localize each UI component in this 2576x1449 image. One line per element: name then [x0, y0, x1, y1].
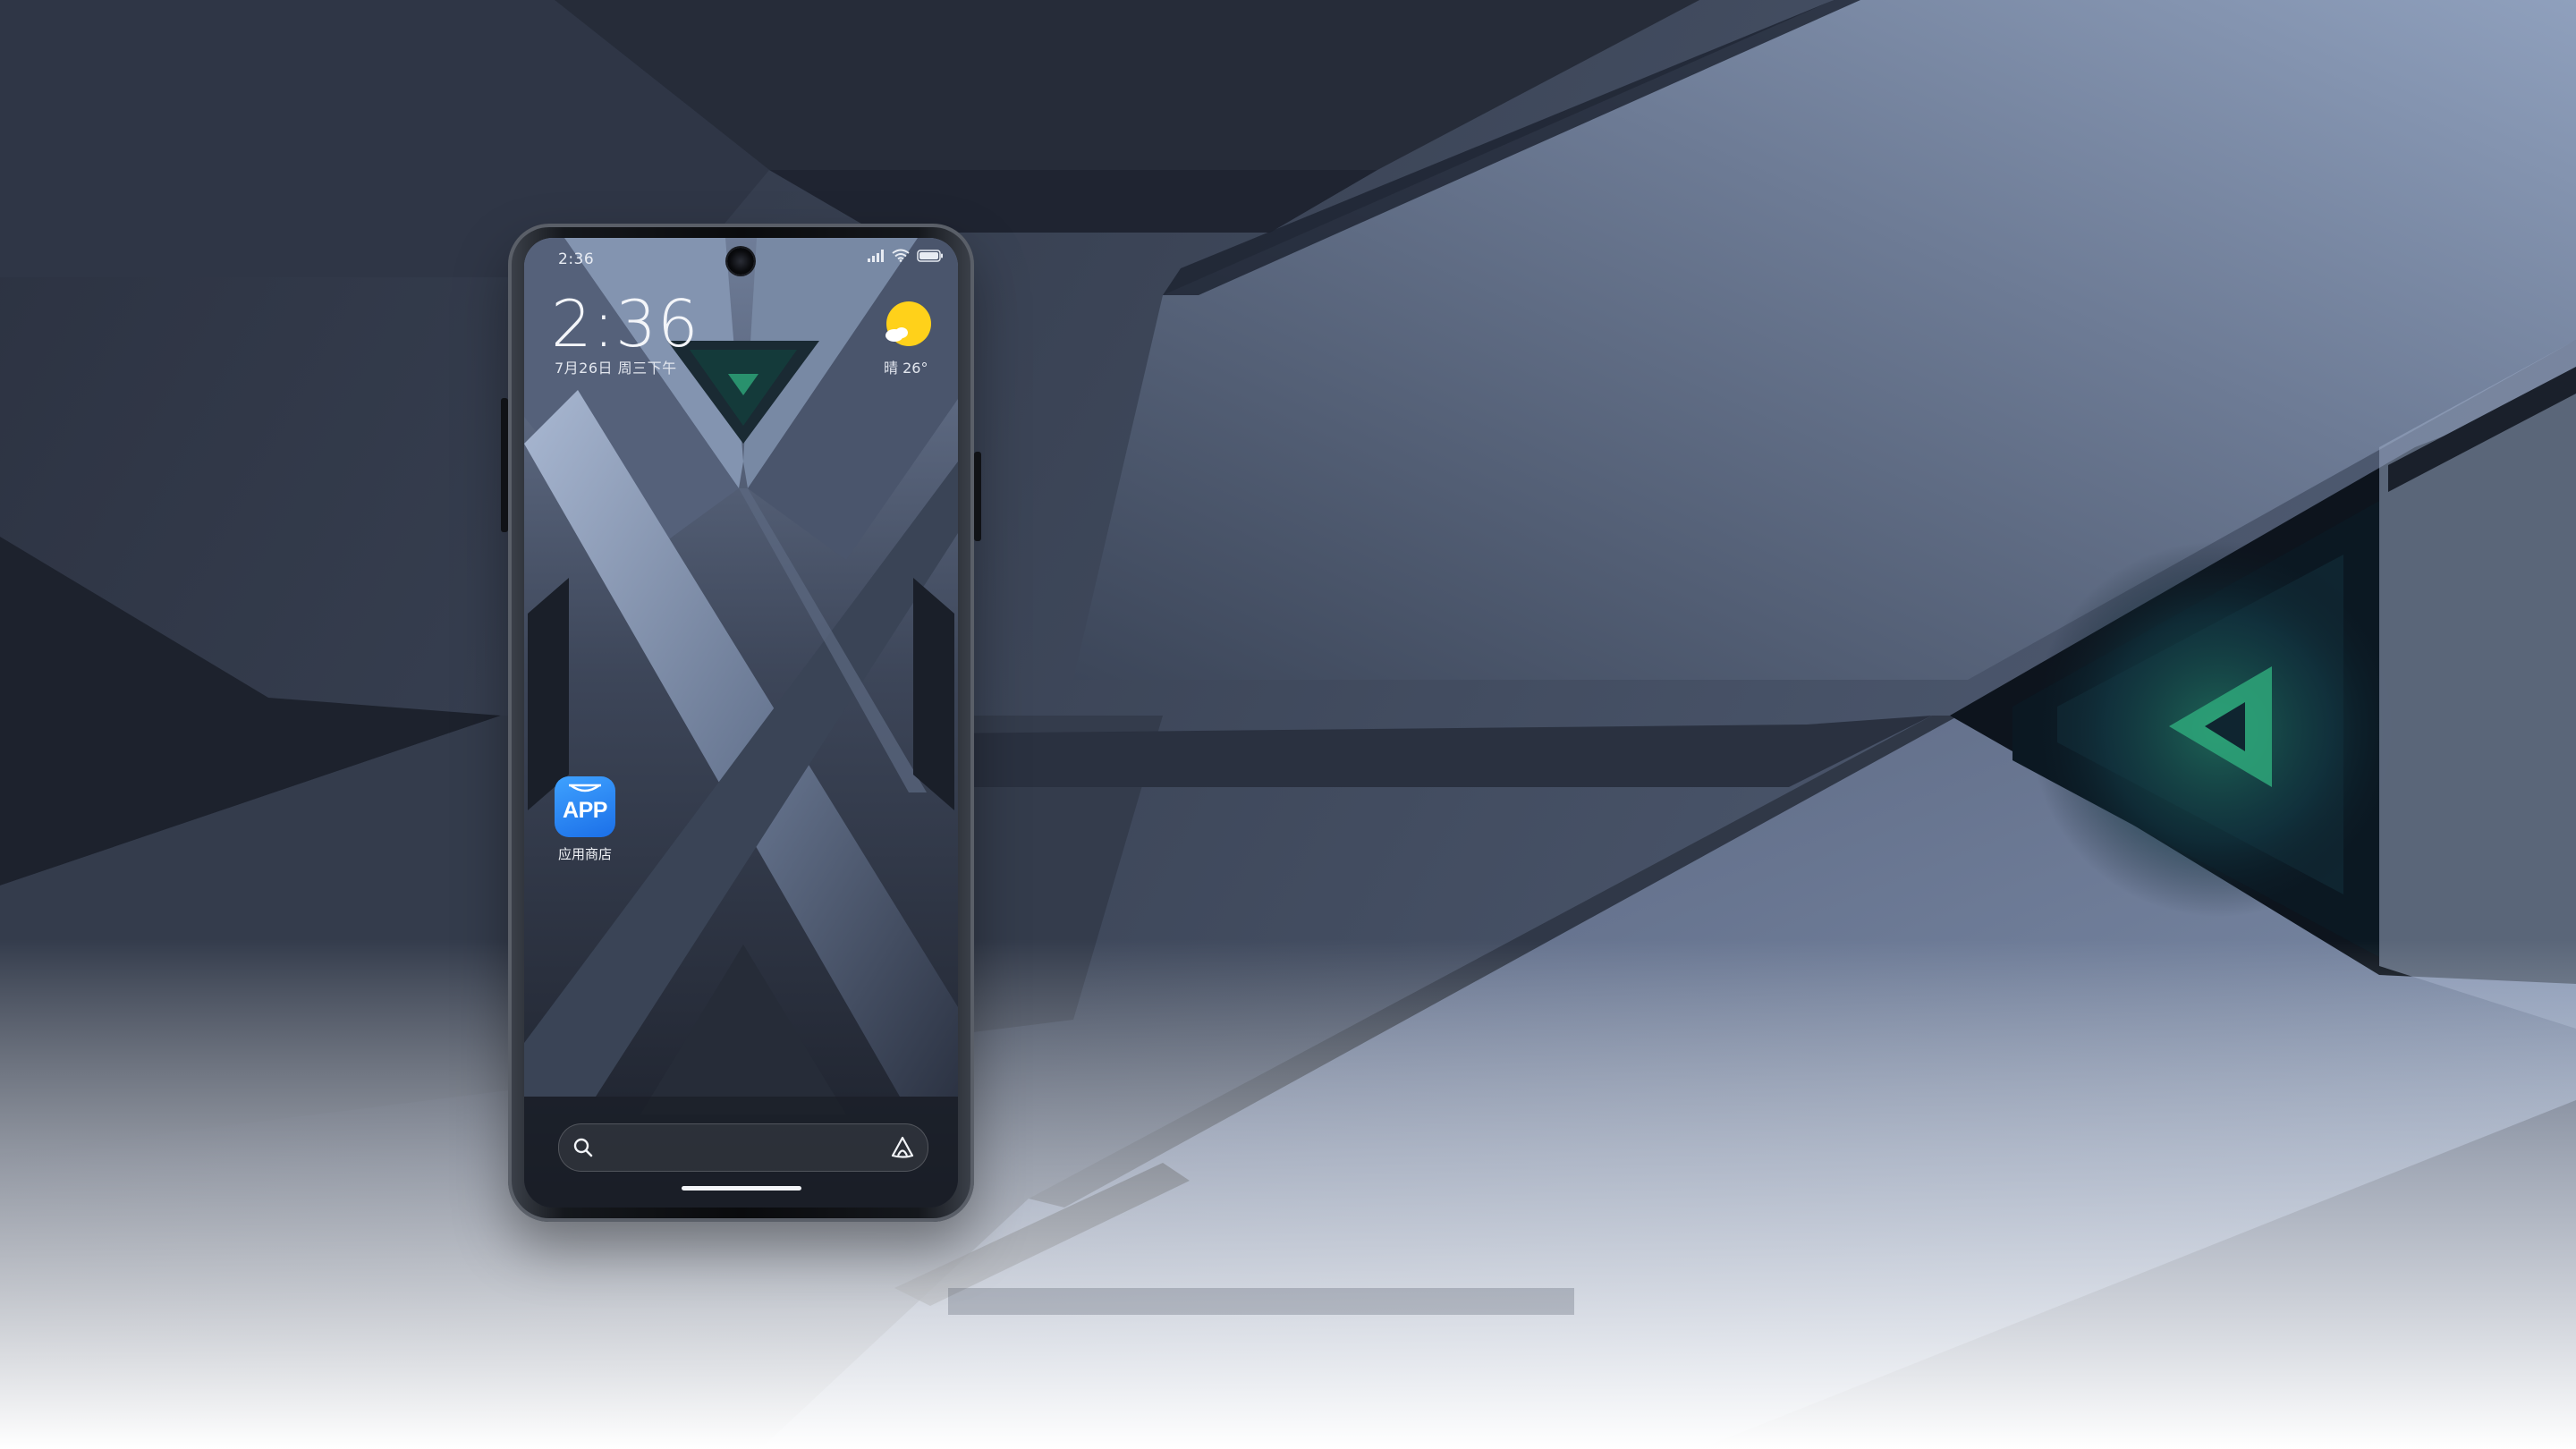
battery-icon	[917, 249, 943, 262]
status-time: 2:36	[558, 250, 595, 268]
assistant-icon[interactable]	[890, 1135, 915, 1160]
status-bar: 2:36	[524, 238, 958, 275]
sunny-icon[interactable]	[884, 301, 932, 349]
home-indicator[interactable]	[682, 1186, 801, 1191]
front-camera	[727, 248, 754, 275]
search-icon[interactable]	[572, 1136, 595, 1159]
promo-scene: 2:36 2:36 7月26日 周三下午 晴 26° APP 应用商店	[0, 0, 2576, 1449]
volume-button[interactable]	[974, 452, 981, 541]
app-store-icon[interactable]: APP	[555, 776, 615, 837]
wifi-icon	[892, 249, 910, 262]
bag-handle-icon	[569, 784, 601, 792]
phone-device: 2:36 2:36 7月26日 周三下午 晴 26° APP 应用商店	[501, 224, 981, 1222]
search-bar[interactable]	[558, 1123, 928, 1172]
phone-screen: 2:36 2:36 7月26日 周三下午 晴 26° APP 应用商店	[524, 238, 958, 1208]
power-button[interactable]	[501, 398, 508, 532]
clock-time[interactable]: 2:36	[551, 292, 699, 356]
app-label[interactable]: 应用商店	[540, 844, 630, 863]
app-icon-text: APP	[563, 798, 607, 823]
background-artwork	[0, 0, 2576, 1449]
weather-text: 晴 26°	[884, 360, 928, 377]
signal-icon	[868, 249, 884, 262]
status-icons	[867, 249, 944, 262]
clock-date: 7月26日 周三下午	[555, 360, 677, 377]
wallpaper	[524, 238, 958, 1208]
